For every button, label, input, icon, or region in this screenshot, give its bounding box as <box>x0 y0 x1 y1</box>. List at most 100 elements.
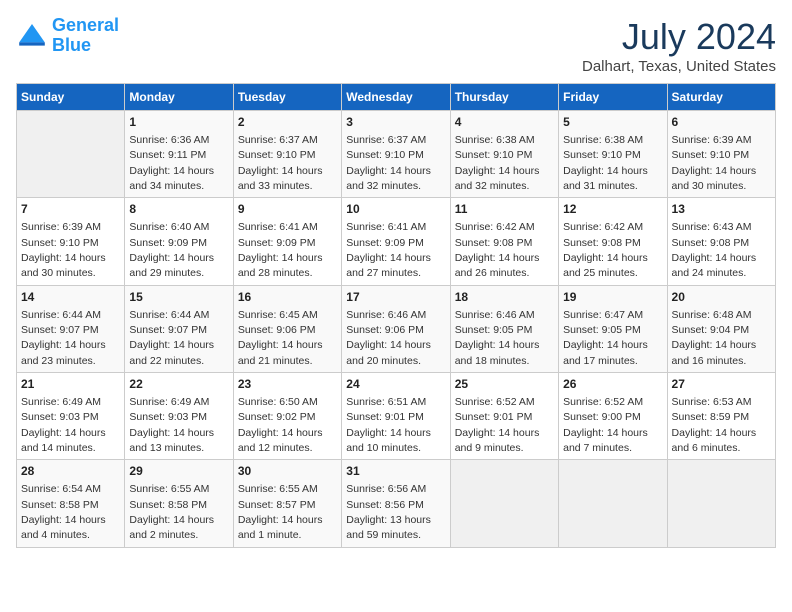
weekday-header-wednesday: Wednesday <box>342 84 450 111</box>
day-number: 29 <box>129 463 228 480</box>
calendar-cell: 17Sunrise: 6:46 AMSunset: 9:06 PMDayligh… <box>342 285 450 372</box>
calendar-cell: 2Sunrise: 6:37 AMSunset: 9:10 PMDaylight… <box>233 111 341 198</box>
day-info: Sunrise: 6:37 AMSunset: 9:10 PMDaylight:… <box>238 134 323 192</box>
calendar-cell: 19Sunrise: 6:47 AMSunset: 9:05 PMDayligh… <box>559 285 667 372</box>
calendar-cell: 1 Sunrise: 6:36 AMSunset: 9:11 PMDaylight… <box>125 111 233 198</box>
day-info: Sunrise: 6:39 AMSunset: 9:10 PMDaylight:… <box>672 134 757 192</box>
week-row-3: 14 Sunrise: 6:44 AMSunset: 9:07 PMDayligh… <box>17 285 776 372</box>
calendar-cell: 28Sunrise: 6:54 AMSunset: 8:58 PMDayligh… <box>17 460 125 547</box>
logo-icon <box>16 20 48 52</box>
day-number: 4 <box>455 114 554 131</box>
day-info: Sunrise: 6:44 AMSunset: 9:07 PMDaylight:… <box>21 309 106 367</box>
weekday-header-row: SundayMondayTuesdayWednesdayThursdayFrid… <box>17 84 776 111</box>
calendar-cell: 5 Sunrise: 6:38 AMSunset: 9:10 PMDaylight… <box>559 111 667 198</box>
calendar-cell: 24Sunrise: 6:51 AMSunset: 9:01 PMDayligh… <box>342 373 450 460</box>
day-info: Sunrise: 6:46 AMSunset: 9:05 PMDaylight:… <box>455 309 540 367</box>
day-number: 24 <box>346 376 445 393</box>
week-row-4: 21 Sunrise: 6:49 AMSunset: 9:03 PMDayligh… <box>17 373 776 460</box>
day-info: Sunrise: 6:37 AMSunset: 9:10 PMDaylight:… <box>346 134 431 192</box>
logo-text: General Blue <box>52 16 119 56</box>
day-number: 20 <box>672 289 771 306</box>
calendar-cell: 31 Sunrise: 6:56 AMSunset: 8:56 PMDayligh… <box>342 460 450 547</box>
logo: General Blue <box>16 16 119 56</box>
day-info: Sunrise: 6:44 AMSunset: 9:07 PMDaylight:… <box>129 309 214 367</box>
week-row-1: 1 Sunrise: 6:36 AMSunset: 9:11 PMDaylight… <box>17 111 776 198</box>
day-number: 27 <box>672 376 771 393</box>
calendar-cell: 6 Sunrise: 6:39 AMSunset: 9:10 PMDaylight… <box>667 111 775 198</box>
day-number: 18 <box>455 289 554 306</box>
day-info: Sunrise: 6:42 AMSunset: 9:08 PMDaylight:… <box>563 221 648 279</box>
day-number: 16 <box>238 289 337 306</box>
calendar-cell: 3 Sunrise: 6:37 AMSunset: 9:10 PMDaylight… <box>342 111 450 198</box>
calendar-cell: 9 Sunrise: 6:41 AMSunset: 9:09 PMDaylight… <box>233 198 341 285</box>
day-info: Sunrise: 6:46 AMSunset: 9:06 PMDaylight:… <box>346 309 431 367</box>
calendar-cell: 4 Sunrise: 6:38 AMSunset: 9:10 PMDaylight… <box>450 111 558 198</box>
location: Dalhart, Texas, United States <box>582 58 776 75</box>
calendar-cell: 18 Sunrise: 6:46 AMSunset: 9:05 PMDayligh… <box>450 285 558 372</box>
calendar-cell <box>559 460 667 547</box>
day-info: Sunrise: 6:49 AMSunset: 9:03 PMDaylight:… <box>129 396 214 454</box>
calendar-cell: 12 Sunrise: 6:42 AMSunset: 9:08 PMDayligh… <box>559 198 667 285</box>
calendar-cell: 7Sunrise: 6:39 AMSunset: 9:10 PMDaylight… <box>17 198 125 285</box>
day-info: Sunrise: 6:38 AMSunset: 9:10 PMDaylight:… <box>563 134 648 192</box>
day-number: 6 <box>672 114 771 131</box>
weekday-header-monday: Monday <box>125 84 233 111</box>
day-info: Sunrise: 6:45 AMSunset: 9:06 PMDaylight:… <box>238 309 323 367</box>
calendar-cell: 15 Sunrise: 6:44 AMSunset: 9:07 PMDayligh… <box>125 285 233 372</box>
calendar-cell: 26 Sunrise: 6:52 AMSunset: 9:00 PMDayligh… <box>559 373 667 460</box>
day-number: 12 <box>563 201 662 218</box>
day-info: Sunrise: 6:43 AMSunset: 9:08 PMDaylight:… <box>672 221 757 279</box>
day-number: 21 <box>21 376 120 393</box>
day-number: 25 <box>455 376 554 393</box>
calendar-cell: 11 Sunrise: 6:42 AMSunset: 9:08 PMDayligh… <box>450 198 558 285</box>
day-number: 23 <box>238 376 337 393</box>
page-header: General Blue July 2024 Dalhart, Texas, U… <box>16 16 776 75</box>
day-info: Sunrise: 6:53 AMSunset: 8:59 PMDaylight:… <box>672 396 757 454</box>
day-number: 1 <box>129 114 228 131</box>
day-info: Sunrise: 6:42 AMSunset: 9:08 PMDaylight:… <box>455 221 540 279</box>
day-number: 10 <box>346 201 445 218</box>
weekday-header-saturday: Saturday <box>667 84 775 111</box>
day-info: Sunrise: 6:39 AMSunset: 9:10 PMDaylight:… <box>21 221 106 279</box>
day-info: Sunrise: 6:48 AMSunset: 9:04 PMDaylight:… <box>672 309 757 367</box>
day-info: Sunrise: 6:36 AMSunset: 9:11 PMDaylight:… <box>129 134 214 192</box>
day-number: 26 <box>563 376 662 393</box>
weekday-header-friday: Friday <box>559 84 667 111</box>
day-number: 9 <box>238 201 337 218</box>
day-number: 31 <box>346 463 445 480</box>
calendar-cell: 25 Sunrise: 6:52 AMSunset: 9:01 PMDayligh… <box>450 373 558 460</box>
day-info: Sunrise: 6:49 AMSunset: 9:03 PMDaylight:… <box>21 396 106 454</box>
calendar-cell: 10Sunrise: 6:41 AMSunset: 9:09 PMDayligh… <box>342 198 450 285</box>
day-number: 28 <box>21 463 120 480</box>
calendar-cell <box>667 460 775 547</box>
calendar-cell: 16 Sunrise: 6:45 AMSunset: 9:06 PMDayligh… <box>233 285 341 372</box>
calendar-cell: 23 Sunrise: 6:50 AMSunset: 9:02 PMDayligh… <box>233 373 341 460</box>
day-info: Sunrise: 6:52 AMSunset: 9:00 PMDaylight:… <box>563 396 648 454</box>
day-info: Sunrise: 6:52 AMSunset: 9:01 PMDaylight:… <box>455 396 540 454</box>
week-row-2: 7Sunrise: 6:39 AMSunset: 9:10 PMDaylight… <box>17 198 776 285</box>
weekday-header-sunday: Sunday <box>17 84 125 111</box>
calendar-cell: 27 Sunrise: 6:53 AMSunset: 8:59 PMDayligh… <box>667 373 775 460</box>
day-number: 11 <box>455 201 554 218</box>
day-info: Sunrise: 6:41 AMSunset: 9:09 PMDaylight:… <box>238 221 323 279</box>
month-title: July 2024 <box>582 16 776 58</box>
calendar-cell <box>450 460 558 547</box>
calendar-cell: 13 Sunrise: 6:43 AMSunset: 9:08 PMDayligh… <box>667 198 775 285</box>
calendar-table: SundayMondayTuesdayWednesdayThursdayFrid… <box>16 83 776 548</box>
calendar-cell <box>17 111 125 198</box>
day-info: Sunrise: 6:38 AMSunset: 9:10 PMDaylight:… <box>455 134 540 192</box>
calendar-cell: 21 Sunrise: 6:49 AMSunset: 9:03 PMDayligh… <box>17 373 125 460</box>
day-number: 5 <box>563 114 662 131</box>
day-number: 14 <box>21 289 120 306</box>
day-info: Sunrise: 6:50 AMSunset: 9:02 PMDaylight:… <box>238 396 323 454</box>
calendar-cell: 14 Sunrise: 6:44 AMSunset: 9:07 PMDayligh… <box>17 285 125 372</box>
day-number: 15 <box>129 289 228 306</box>
day-number: 3 <box>346 114 445 131</box>
day-number: 8 <box>129 201 228 218</box>
weekday-header-tuesday: Tuesday <box>233 84 341 111</box>
day-number: 13 <box>672 201 771 218</box>
day-number: 30 <box>238 463 337 480</box>
day-info: Sunrise: 6:56 AMSunset: 8:56 PMDaylight:… <box>346 483 431 541</box>
day-info: Sunrise: 6:55 AMSunset: 8:57 PMDaylight:… <box>238 483 323 541</box>
week-row-5: 28Sunrise: 6:54 AMSunset: 8:58 PMDayligh… <box>17 460 776 547</box>
